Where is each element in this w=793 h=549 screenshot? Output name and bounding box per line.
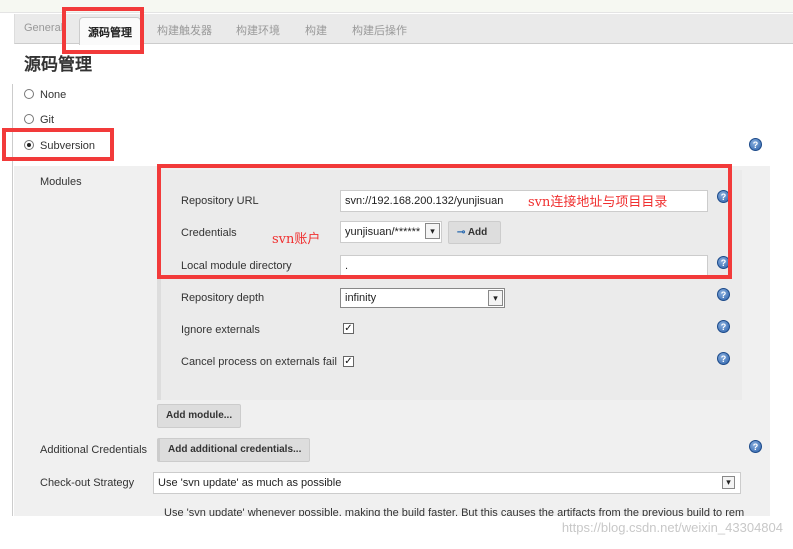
page-title: 源码管理 (24, 55, 92, 74)
cancel-externals-label: Cancel process on externals fail (181, 356, 337, 368)
help-icon[interactable]: ? (749, 138, 762, 151)
repo-depth-label: Repository depth (181, 292, 265, 304)
checkout-strategy-select[interactable]: Use 'svn update' as much as possible ▾ (153, 472, 741, 494)
help-icon[interactable]: ? (717, 288, 730, 301)
modules-label: Modules (40, 176, 82, 188)
highlight-module-box (157, 164, 732, 279)
help-icon[interactable]: ? (717, 352, 730, 365)
cancel-externals-checkbox[interactable]: ✓ (343, 356, 354, 367)
help-icon[interactable]: ? (749, 440, 762, 453)
tab-build[interactable]: 构建 (305, 22, 327, 38)
checkout-strategy-label: Check-out Strategy (40, 477, 135, 489)
ignore-externals-checkbox[interactable]: ✓ (343, 323, 354, 334)
checkout-strategy-value: Use 'svn update' as much as possible (158, 477, 342, 489)
help-icon[interactable]: ? (717, 320, 730, 333)
repo-depth-value: infinity (345, 292, 377, 304)
repo-depth-select[interactable]: infinity ▾ (340, 288, 505, 308)
checkout-strategy-description: Use 'svn update' whenever possible, maki… (164, 508, 744, 516)
chevron-down-icon: ▾ (722, 476, 735, 489)
chevron-down-icon: ▾ (488, 290, 503, 306)
radio-git-label: Git (40, 114, 55, 126)
add-additional-credentials-button[interactable]: Add additional credentials... (157, 438, 311, 462)
highlight-tab-box (62, 7, 144, 54)
radio-none[interactable] (24, 89, 34, 99)
radio-git[interactable] (24, 114, 34, 124)
additional-credentials-label: Additional Credentials (40, 444, 148, 456)
radio-none-label: None (40, 89, 67, 101)
tab-general[interactable]: General (24, 22, 62, 34)
tab-triggers[interactable]: 构建触发器 (157, 22, 212, 38)
tab-post-build[interactable]: 构建后操作 (352, 22, 407, 38)
add-module-button[interactable]: Add module... (157, 404, 242, 428)
highlight-subversion-box (2, 128, 114, 161)
watermark: https://blog.csdn.net/weixin_43304804 (561, 520, 783, 535)
tab-build-env[interactable]: 构建环境 (236, 22, 280, 38)
ignore-externals-label: Ignore externals (181, 324, 260, 336)
